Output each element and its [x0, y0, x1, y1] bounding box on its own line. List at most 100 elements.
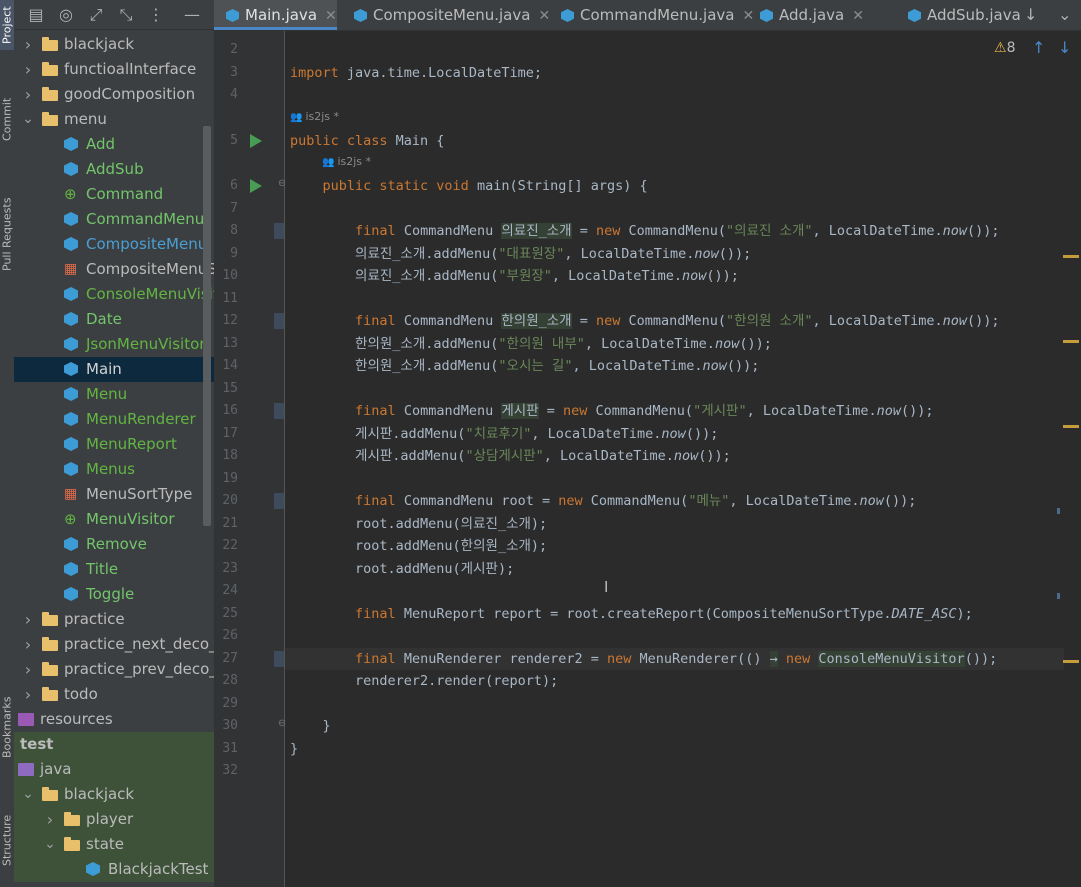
code-line[interactable]: 의료진_소개.addMenu("부원장", LocalDateTime.now(…: [290, 265, 739, 287]
bookmarks-tool-tab[interactable]: Bookmarks: [0, 685, 14, 769]
tree-item[interactable]: CommandMenu: [14, 207, 214, 232]
minimize-icon[interactable]: —: [184, 5, 200, 24]
code-line[interactable]: final MenuReport report = root.createRep…: [290, 603, 973, 625]
error-stripe-mark[interactable]: [1063, 660, 1079, 663]
chevron-right-icon[interactable]: ›: [22, 607, 34, 632]
tree-item[interactable]: java: [14, 757, 214, 782]
code-line[interactable]: root.addMenu(의료진_소개);: [290, 513, 547, 535]
code-line[interactable]: final CommandMenu 의료진_소개 = new CommandMe…: [290, 220, 999, 242]
project-scrollbar[interactable]: [203, 126, 211, 526]
tree-item[interactable]: resources: [14, 707, 214, 732]
tree-folder[interactable]: › player: [14, 807, 214, 832]
collapse-icon[interactable]: ⤡: [118, 5, 134, 25]
chevron-right-icon[interactable]: ›: [22, 632, 34, 657]
code-line[interactable]: 게시판.addMenu("치료후기", LocalDateTime.now())…: [290, 423, 718, 445]
close-icon[interactable]: ✕: [852, 8, 864, 24]
code-line[interactable]: renderer2.render(report);: [290, 670, 558, 692]
tree-item[interactable]: Title: [14, 557, 214, 582]
author-hint[interactable]: 👥 is2js *: [322, 155, 371, 168]
options-icon[interactable]: ⋮: [148, 5, 164, 24]
tree-item[interactable]: ConsoleMenuVisito: [14, 282, 214, 307]
code-line[interactable]: final CommandMenu 한의원_소개 = new CommandMe…: [290, 310, 999, 332]
code-line[interactable]: public static void main(String[] args) {: [290, 175, 648, 197]
inspection-widget[interactable]: ⚠8: [994, 40, 1015, 56]
tree-folder[interactable]: ⌄ state: [14, 832, 214, 857]
chevron-right-icon[interactable]: ›: [22, 682, 34, 707]
tree-folder[interactable]: ⌄ blackjack: [14, 782, 214, 807]
tree-item[interactable]: CompositeMenu: [14, 232, 214, 257]
tab-compositemenu[interactable]: CompositeMenu.java ✕: [342, 0, 550, 30]
code-line[interactable]: }: [290, 715, 331, 737]
tab-list-dropdown-icon[interactable]: ⌄: [1058, 0, 1071, 30]
tree-item[interactable]: Menus: [14, 457, 214, 482]
pull-requests-tool-tab[interactable]: Pull Requests: [0, 180, 14, 288]
target-icon[interactable]: ◎: [58, 5, 74, 24]
code-line[interactable]: }: [290, 738, 298, 760]
tree-item[interactable]: ▦ CompositeMenuSo: [14, 257, 214, 282]
code-line[interactable]: public class Main {: [290, 130, 444, 152]
tree-item[interactable]: ⊕ Command: [14, 182, 214, 207]
project-files-icon[interactable]: ▤: [28, 5, 44, 24]
tree-folder[interactable]: › practice_prev_deco_fo: [14, 657, 214, 682]
tree-folder[interactable]: › goodComposition: [14, 82, 214, 107]
structure-tool-tab[interactable]: Structure: [0, 800, 14, 880]
tree-item[interactable]: MenuRenderer: [14, 407, 214, 432]
author-hint[interactable]: 👥 is2js *: [290, 110, 339, 123]
chevron-down-icon[interactable]: ⌄: [22, 107, 34, 132]
code-line[interactable]: 한의원_소개.addMenu("한의원 내부", LocalDateTime.n…: [290, 333, 772, 355]
error-stripe-mark[interactable]: [1057, 508, 1060, 514]
expand-icon[interactable]: ⤢: [88, 5, 104, 25]
tree-item[interactable]: MenuReport: [14, 432, 214, 457]
code-line[interactable]: root.addMenu(게시판);: [290, 558, 514, 580]
tree-item[interactable]: test: [14, 732, 214, 757]
error-stripe-mark[interactable]: [1057, 593, 1060, 599]
code-line[interactable]: root.addMenu(한의원_소개);: [290, 535, 547, 557]
chevron-right-icon[interactable]: ›: [22, 82, 34, 107]
prev-highlight-icon[interactable]: ↑: [1032, 38, 1045, 57]
error-stripe-mark[interactable]: [1063, 255, 1079, 258]
chevron-down-icon[interactable]: ⌄: [44, 832, 56, 857]
code-line[interactable]: 게시판.addMenu("상담게시판", LocalDateTime.now()…: [290, 445, 731, 467]
tab-main[interactable]: Main.java ✕: [214, 0, 337, 30]
code-line[interactable]: 한의원_소개.addMenu("오시는 길", LocalDateTime.no…: [290, 355, 759, 377]
tree-item[interactable]: ▦ MenuSortType: [14, 482, 214, 507]
tree-item[interactable]: Toggle: [14, 582, 214, 607]
tree-folder[interactable]: ⌄ menu: [14, 107, 214, 132]
tree-item[interactable]: Menu: [14, 382, 214, 407]
next-highlight-icon[interactable]: ↓: [1058, 38, 1071, 57]
tree-item[interactable]: JsonMenuVisitor: [14, 332, 214, 357]
tree-folder[interactable]: › functioalInterface: [14, 57, 214, 82]
chevron-down-icon[interactable]: ⌄: [22, 782, 34, 807]
tab-commandmenu[interactable]: CommandMenu.java ✕: [549, 0, 754, 30]
tree-item[interactable]: Date: [14, 307, 214, 332]
tree-item[interactable]: BlackjackTest: [14, 857, 214, 882]
error-stripe-mark[interactable]: [1063, 425, 1079, 428]
close-icon[interactable]: ✕: [325, 8, 337, 24]
run-icon[interactable]: [250, 179, 262, 193]
tree-folder[interactable]: › todo: [14, 682, 214, 707]
chevron-right-icon[interactable]: ›: [22, 32, 34, 57]
tree-item[interactable]: Add: [14, 132, 214, 157]
tree-folder[interactable]: › practice: [14, 607, 214, 632]
code-line[interactable]: import java.time.LocalDateTime;: [290, 62, 542, 84]
code-line[interactable]: final CommandMenu 게시판 = new CommandMenu(…: [290, 400, 934, 422]
code-editor[interactable]: 👥 is2js * 👥 is2js * import java.time.LocalDa…: [285, 31, 1081, 887]
chevron-right-icon[interactable]: ›: [44, 807, 56, 832]
chevron-right-icon[interactable]: ›: [22, 657, 34, 682]
tree-item[interactable]: AddSub: [14, 157, 214, 182]
tree-folder[interactable]: › blackjack: [14, 32, 214, 57]
code-line[interactable]: final MenuRenderer renderer2 = new MenuR…: [290, 648, 997, 670]
code-line[interactable]: final CommandMenu root = new CommandMenu…: [290, 490, 916, 512]
tree-folder[interactable]: › practice_next_deco_fo: [14, 632, 214, 657]
tab-list-arrow-icon[interactable]: ↓: [1024, 0, 1037, 30]
commit-tool-tab[interactable]: Commit: [0, 88, 14, 150]
tree-item[interactable]: Main: [14, 357, 214, 382]
error-stripe-mark[interactable]: [1063, 340, 1079, 343]
project-tool-tab[interactable]: Project: [0, 0, 14, 50]
tree-item[interactable]: ⊕ MenuVisitor: [14, 507, 214, 532]
chevron-right-icon[interactable]: ›: [22, 57, 34, 82]
run-icon[interactable]: [250, 133, 262, 148]
code-line[interactable]: 의료진_소개.addMenu("대표원장", LocalDateTime.now…: [290, 243, 751, 265]
tree-item[interactable]: Remove: [14, 532, 214, 557]
tab-add[interactable]: Add.java ✕: [748, 0, 864, 30]
